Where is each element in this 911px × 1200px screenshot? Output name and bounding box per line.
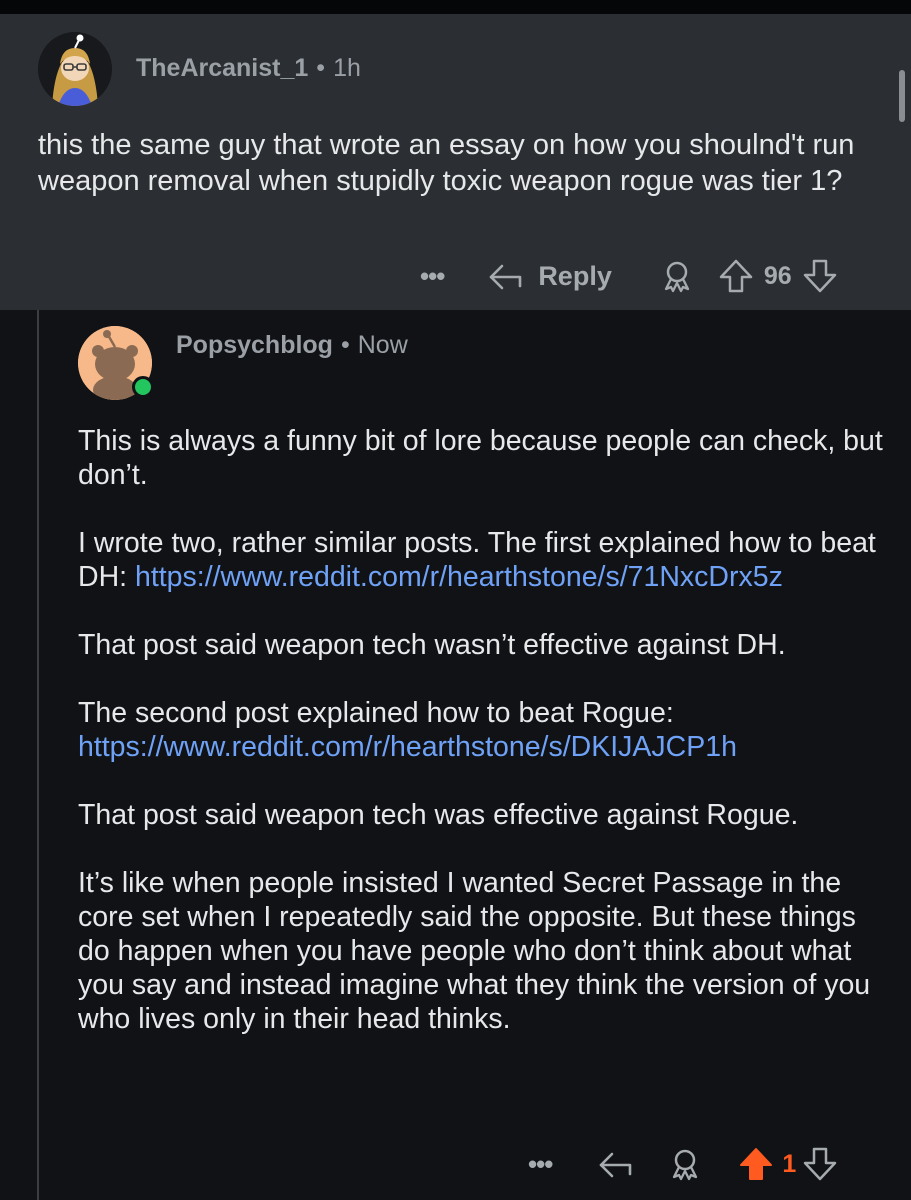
snoo-avatar-icon — [38, 32, 112, 106]
paragraph: That post said weapon tech was effective… — [78, 799, 799, 831]
parent-comment: TheArcanist_1 • 1h this the same guy that … — [0, 14, 911, 310]
username[interactable]: TheArcanist_1 — [136, 54, 308, 82]
separator: • — [340, 331, 350, 359]
comment-body: This is always a funny bit of lore becau… — [78, 424, 893, 1070]
reply-label: Reply — [538, 260, 612, 291]
paragraph: The second post explained how to beat Ro… — [78, 696, 893, 764]
rogue-post-link[interactable]: https://www.reddit.com/r/hearthstone/s/D… — [78, 731, 737, 763]
downvote-arrow-icon — [803, 259, 836, 293]
paragraph: This is always a funny bit of lore becau… — [78, 425, 883, 491]
upvote-button[interactable] — [718, 258, 754, 294]
reply-icon — [600, 1152, 632, 1178]
downvote-arrow-icon — [803, 1147, 837, 1181]
upvote-arrow-filled-icon — [740, 1148, 773, 1180]
award-button[interactable] — [668, 1147, 702, 1181]
paragraph-text: The second post explained how to beat Ro… — [78, 697, 674, 729]
comment-actions: ••• 1 — [528, 1142, 838, 1186]
online-status-dot — [132, 376, 154, 398]
vote-count: 96 — [763, 261, 792, 290]
downvote-button[interactable] — [802, 1146, 838, 1182]
comment-actions: ••• Reply 96 — [420, 254, 838, 298]
reply-button[interactable]: Reply — [486, 260, 612, 292]
comment-body: this the same guy that wrote an essay on… — [38, 129, 855, 197]
avatar[interactable] — [38, 32, 112, 106]
award-icon — [673, 1149, 698, 1181]
timestamp: Now — [357, 331, 408, 359]
dh-post-link[interactable]: https://www.reddit.com/r/hearthstone/s/7… — [135, 561, 783, 593]
separator: • — [316, 54, 326, 82]
vote-count: 1 — [782, 1149, 797, 1178]
award-icon — [664, 261, 689, 293]
more-options-button[interactable]: ••• — [420, 261, 445, 292]
paragraph: I wrote two, rather similar posts. The f… — [78, 526, 893, 594]
comment-meta: TheArcanist_1 • 1h — [136, 54, 361, 83]
timestamp: 1h — [333, 54, 361, 82]
award-button[interactable] — [660, 259, 694, 293]
upvote-arrow-icon — [719, 259, 753, 293]
scrollbar-thumb[interactable] — [899, 70, 905, 122]
status-strip — [0, 0, 911, 14]
avatar[interactable] — [78, 326, 154, 404]
more-options-button[interactable]: ••• — [528, 1149, 553, 1180]
username[interactable]: Popsychblog — [176, 331, 333, 359]
thread-line[interactable] — [37, 310, 39, 1200]
reply-icon — [490, 264, 522, 290]
reply-button[interactable] — [596, 1148, 634, 1180]
comment-meta: Popsychblog • Now — [176, 331, 408, 360]
paragraph: It’s like when people insisted I wanted … — [78, 867, 871, 1035]
upvote-button[interactable] — [738, 1146, 774, 1182]
paragraph: That post said weapon tech wasn’t effect… — [78, 629, 786, 661]
downvote-button[interactable] — [802, 258, 838, 294]
